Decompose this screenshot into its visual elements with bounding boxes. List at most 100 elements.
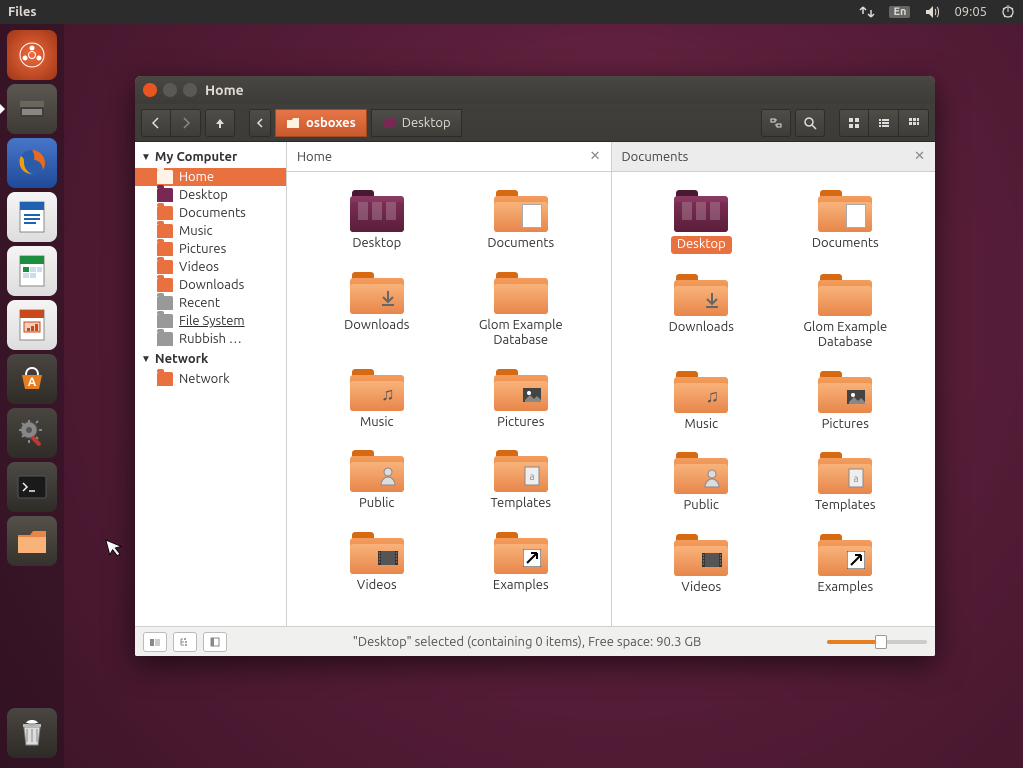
file-label: Desktop xyxy=(671,236,732,254)
file-label: Glom Example Database xyxy=(457,318,585,349)
list-view-button[interactable] xyxy=(869,109,899,137)
dash-icon[interactable] xyxy=(7,30,57,80)
software-icon[interactable]: A xyxy=(7,354,57,404)
nautilus-icon[interactable] xyxy=(7,516,57,566)
file-item[interactable]: Public xyxy=(631,446,771,520)
launcher: A xyxy=(0,24,64,768)
sound-indicator[interactable] xyxy=(924,5,940,19)
compact-view-button[interactable] xyxy=(899,109,929,137)
file-label: Public xyxy=(359,496,394,512)
file-item[interactable]: Videos xyxy=(307,526,447,600)
close-sidebar[interactable] xyxy=(203,632,227,652)
search-button[interactable] xyxy=(795,109,825,137)
minimize-button[interactable] xyxy=(163,83,177,97)
forward-button[interactable] xyxy=(171,109,201,137)
file-label: Music xyxy=(360,415,394,431)
folder-icon xyxy=(157,242,173,256)
folder-icon xyxy=(157,188,173,202)
path-root-button[interactable] xyxy=(249,109,271,137)
close-tab-icon[interactable]: ✕ xyxy=(914,149,925,164)
statusbar: "Desktop" selected (containing 0 items),… xyxy=(135,626,935,656)
writer-icon[interactable] xyxy=(7,192,57,242)
network-indicator[interactable] xyxy=(859,5,875,19)
folder-icon xyxy=(157,372,173,386)
zoom-slider[interactable] xyxy=(827,640,927,644)
file-item[interactable]: Desktop xyxy=(631,184,771,260)
sidebar-item-home[interactable]: Home xyxy=(135,168,286,186)
file-label: Pictures xyxy=(497,415,544,431)
menubar: Files En 09:05 xyxy=(0,0,1023,24)
sidebar-item-pictures[interactable]: Pictures xyxy=(135,240,286,258)
terminal-icon[interactable] xyxy=(7,462,57,512)
session-indicator[interactable] xyxy=(1001,5,1015,19)
close-tab-icon[interactable]: ✕ xyxy=(590,149,601,164)
pane-tab[interactable]: Documents✕ xyxy=(612,142,936,172)
trash-icon[interactable] xyxy=(7,708,57,758)
file-label: Pictures xyxy=(822,417,869,433)
active-app-name[interactable]: Files xyxy=(8,5,859,19)
sidebar-section-header[interactable]: ▼My Computer xyxy=(135,146,286,168)
settings-icon[interactable] xyxy=(7,408,57,458)
maximize-button[interactable] xyxy=(183,83,197,97)
back-button[interactable] xyxy=(141,109,171,137)
close-button[interactable] xyxy=(143,83,157,97)
file-item[interactable]: Downloads xyxy=(307,266,447,355)
sidebar-item-downloads[interactable]: Downloads xyxy=(135,276,286,294)
file-item[interactable]: ♫Music xyxy=(307,363,447,437)
sidebar-item-rubbish-[interactable]: Rubbish … xyxy=(135,330,286,348)
file-item[interactable]: Documents xyxy=(775,184,915,260)
file-item[interactable]: Public xyxy=(307,444,447,518)
up-button[interactable] xyxy=(205,109,235,137)
keyboard-indicator[interactable]: En xyxy=(889,6,910,18)
sidebar-item-documents[interactable]: Documents xyxy=(135,204,286,222)
file-item[interactable]: Downloads xyxy=(631,268,771,357)
tree-toggle[interactable] xyxy=(173,632,197,652)
file-label: Documents xyxy=(487,236,554,252)
impress-icon[interactable] xyxy=(7,300,57,350)
file-item[interactable]: Glom Example Database xyxy=(775,268,915,357)
file-item[interactable]: aTemplates xyxy=(451,444,591,518)
sidebar-item-recent[interactable]: Recent xyxy=(135,294,286,312)
places-toggle[interactable] xyxy=(143,632,167,652)
toggle-location-button[interactable] xyxy=(761,109,791,137)
clock[interactable]: 09:05 xyxy=(954,5,987,19)
sidebar-item-videos[interactable]: Videos xyxy=(135,258,286,276)
file-item[interactable]: Glom Example Database xyxy=(451,266,591,355)
sidebar-item-desktop[interactable]: Desktop xyxy=(135,186,286,204)
titlebar[interactable]: Home xyxy=(135,76,935,104)
sidebar-item-file-system[interactable]: File System xyxy=(135,312,286,330)
file-item[interactable]: Documents xyxy=(451,184,591,258)
icon-view-button[interactable] xyxy=(839,109,869,137)
path-segment-desktop[interactable]: Desktop xyxy=(371,109,462,137)
sidebar-item-network[interactable]: Network xyxy=(135,370,286,388)
file-label: Music xyxy=(684,417,718,433)
pane-tab[interactable]: Home✕ xyxy=(287,142,611,172)
firefox-icon[interactable] xyxy=(7,138,57,188)
pane-content[interactable]: Desktop Documents Downloads Glom Example Da… xyxy=(287,172,611,626)
file-item[interactable]: ♫Music xyxy=(631,365,771,439)
file-item[interactable]: Examples xyxy=(451,526,591,600)
file-item[interactable]: aTemplates xyxy=(775,446,915,520)
file-label: Downloads xyxy=(669,320,734,336)
file-item[interactable]: Pictures xyxy=(451,363,591,437)
file-item[interactable]: Examples xyxy=(775,528,915,602)
file-item[interactable]: Desktop xyxy=(307,184,447,258)
folder-icon xyxy=(157,224,173,238)
file-item[interactable]: Pictures xyxy=(775,365,915,439)
pane-content[interactable]: Desktop Documents Downloads Glom Example Da… xyxy=(612,172,936,626)
files-launcher-icon[interactable] xyxy=(7,84,57,134)
file-item[interactable]: Videos xyxy=(631,528,771,602)
svg-text:a: a xyxy=(529,471,534,482)
pane: Home✕ Desktop Documents Downloads Glom Examp… xyxy=(287,142,611,626)
toolbar: osboxes Desktop xyxy=(135,104,935,142)
file-label: Public xyxy=(684,498,719,514)
chevron-down-icon: ▼ xyxy=(141,151,151,163)
file-manager-window: Home osboxes Desktop ▼My xyxy=(135,76,935,656)
folder-icon xyxy=(157,332,173,346)
svg-text:A: A xyxy=(28,376,37,389)
window-title: Home xyxy=(205,82,244,98)
path-segment-osboxes[interactable]: osboxes xyxy=(275,109,367,137)
sidebar-section-header[interactable]: ▼Network xyxy=(135,348,286,370)
sidebar-item-music[interactable]: Music xyxy=(135,222,286,240)
calc-icon[interactable] xyxy=(7,246,57,296)
